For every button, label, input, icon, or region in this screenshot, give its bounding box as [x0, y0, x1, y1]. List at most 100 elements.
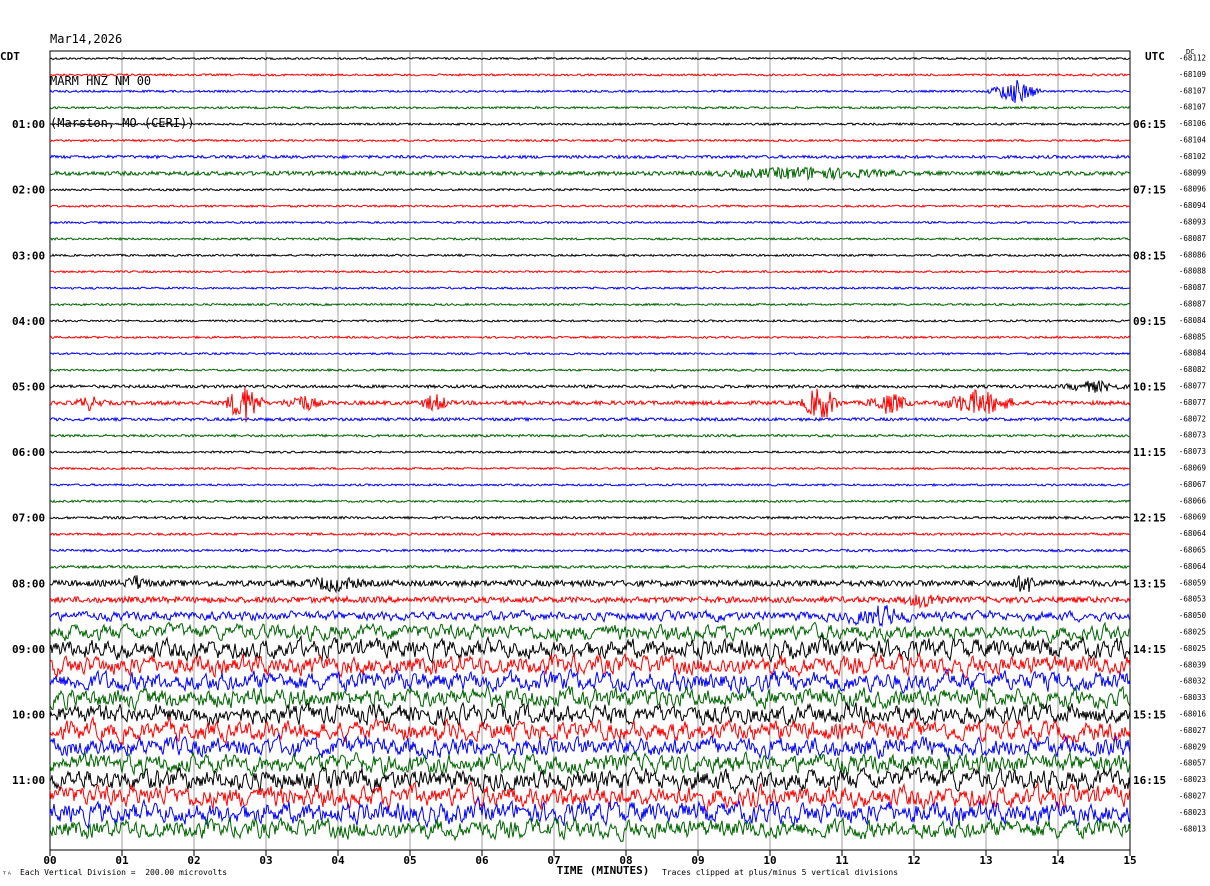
clip-note: Traces clipped at plus/minus 5 vertical …	[662, 868, 899, 877]
seismic-trace	[49, 466, 1131, 471]
seismic-trace	[49, 122, 1131, 127]
seismic-trace	[49, 482, 1131, 487]
dc-offset-label: -68032	[1179, 677, 1206, 686]
x-tick-label: 09	[691, 854, 704, 867]
dc-offset-label: -68025	[1179, 628, 1206, 637]
x-tick-label: 13	[979, 854, 992, 867]
dc-offset-label: -68073	[1179, 447, 1206, 456]
left-time-label: 10:00	[12, 709, 45, 722]
seismic-trace	[49, 318, 1131, 323]
seismic-trace	[49, 685, 1131, 712]
dc-offset-label: -68023	[1179, 808, 1206, 817]
seismic-trace	[49, 594, 1131, 610]
dc-offset-label: -68109	[1179, 70, 1206, 79]
right-time-label: 12:15	[1133, 512, 1166, 525]
dc-offset-label: -68087	[1179, 300, 1206, 309]
seismic-trace	[49, 72, 1131, 77]
left-time-label: 04:00	[12, 315, 45, 328]
seismic-trace	[49, 499, 1131, 504]
dc-offset-label: -68029	[1179, 742, 1206, 751]
seismic-trace	[49, 605, 1131, 628]
seismic-trace	[49, 153, 1131, 160]
dc-offset-label: -68039	[1179, 660, 1206, 669]
right-time-label: 15:15	[1133, 709, 1166, 722]
right-time-label: 07:15	[1133, 184, 1166, 197]
x-tick-label: 01	[115, 854, 129, 867]
dc-offset-label: -68087	[1179, 234, 1206, 243]
left-time-label: 02:00	[12, 184, 45, 197]
dc-offset-label: -68033	[1179, 693, 1206, 702]
right-time-label: 09:15	[1133, 315, 1166, 328]
dc-offset-label: -68106	[1179, 119, 1207, 128]
seismic-trace	[49, 732, 1131, 760]
left-time-labels: 01:00 02:00 03:00 04:00 05:00 06:00 07:00 08:00…	[12, 118, 45, 787]
seismic-trace	[49, 781, 1131, 812]
seismic-trace	[49, 433, 1131, 438]
dc-offset-label: -68084	[1179, 349, 1207, 358]
right-time-label: 16:15	[1133, 774, 1166, 787]
seismic-trace	[49, 416, 1131, 423]
seismic-trace	[50, 253, 1131, 258]
right-time-label: 11:15	[1133, 446, 1166, 459]
dc-offset-label: -68107	[1179, 103, 1206, 112]
dc-offset-label: -68107	[1179, 86, 1206, 95]
x-tick-label: 10	[763, 854, 776, 867]
seismic-trace	[49, 750, 1131, 779]
seismic-trace	[49, 236, 1131, 241]
left-time-label: 06:00	[12, 446, 45, 459]
x-tick-label: 05	[403, 854, 416, 867]
dc-offset-label: -68025	[1179, 644, 1206, 653]
left-time-label: 11:00	[12, 774, 45, 787]
right-time-label: 10:15	[1133, 381, 1166, 394]
dc-offset-label: -68069	[1179, 513, 1206, 522]
dc-offset-label: -68059	[1179, 578, 1206, 587]
dc-offset-label: -68112	[1179, 54, 1206, 63]
dc-offset-label: -68099	[1179, 168, 1206, 177]
dc-offset-label: -68096	[1179, 185, 1207, 194]
seismic-trace	[49, 368, 1131, 373]
dc-offset-label: -68102	[1179, 152, 1206, 161]
dc-offset-label: -68013	[1179, 824, 1206, 833]
right-time-label: 14:15	[1133, 643, 1166, 656]
dc-offset-label: -68086	[1179, 250, 1207, 259]
dc-offset-label: -68064	[1179, 529, 1207, 538]
seismic-trace	[49, 575, 1131, 594]
seismic-trace	[49, 450, 1131, 455]
dc-offset-label: -68057	[1179, 759, 1206, 768]
scale-note: Each Vertical Division = 200.00 microvol…	[20, 868, 228, 877]
seismic-trace	[49, 204, 1131, 209]
left-time-label: 09:00	[12, 643, 45, 656]
dc-offset-label: -68087	[1179, 283, 1206, 292]
seismic-trace	[49, 816, 1131, 843]
x-tick-label: 04	[331, 854, 345, 867]
dc-offset-label: -68053	[1179, 595, 1206, 604]
dc-offset-label: -68094	[1179, 201, 1207, 210]
seismic-trace	[49, 105, 1131, 110]
dc-offset-label: -68088	[1179, 267, 1207, 276]
x-axis-label: TIME (MINUTES)	[557, 864, 650, 877]
seismic-trace	[49, 335, 1131, 340]
seismic-traces	[49, 56, 1131, 843]
helicorder-plot: 00 01 02 03 04 05 06 07 08 09 10 11 12 13 14 15 01:0002…	[12, 50, 1207, 877]
seismic-trace	[49, 79, 1130, 103]
x-tick-label: 02	[187, 854, 200, 867]
dc-offset-label: -68072	[1179, 414, 1206, 423]
right-time-labels: 06:15 07:15 08:15 09:15 10:15 11:15 12:15 13:15…	[1133, 118, 1166, 787]
right-time-label: 08:15	[1133, 249, 1166, 262]
dc-offset-label: -68027	[1179, 792, 1206, 801]
dc-offset-label: -68050	[1179, 611, 1207, 620]
dc-offset-label: -68082	[1179, 365, 1206, 374]
dc-offset-label: -68085	[1179, 332, 1206, 341]
x-tick-label: 03	[259, 854, 272, 867]
dc-offset-label: -68077	[1179, 398, 1206, 407]
dc-offset-labels: -68112 -68109 -68107 -68107 -68106 -68104 -681…	[1179, 54, 1207, 834]
dc-offset-label: -68016	[1179, 710, 1207, 719]
x-tick-label: 15	[1123, 854, 1136, 867]
x-tick-label: 00	[43, 854, 56, 867]
seismic-trace	[49, 302, 1131, 307]
dc-offset-label: -68023	[1179, 775, 1206, 784]
dc-offset-label: -68104	[1179, 136, 1207, 145]
x-tick-label: 06	[475, 854, 489, 867]
x-tick-label: 12	[907, 854, 920, 867]
x-tick-label: 11	[835, 854, 849, 867]
